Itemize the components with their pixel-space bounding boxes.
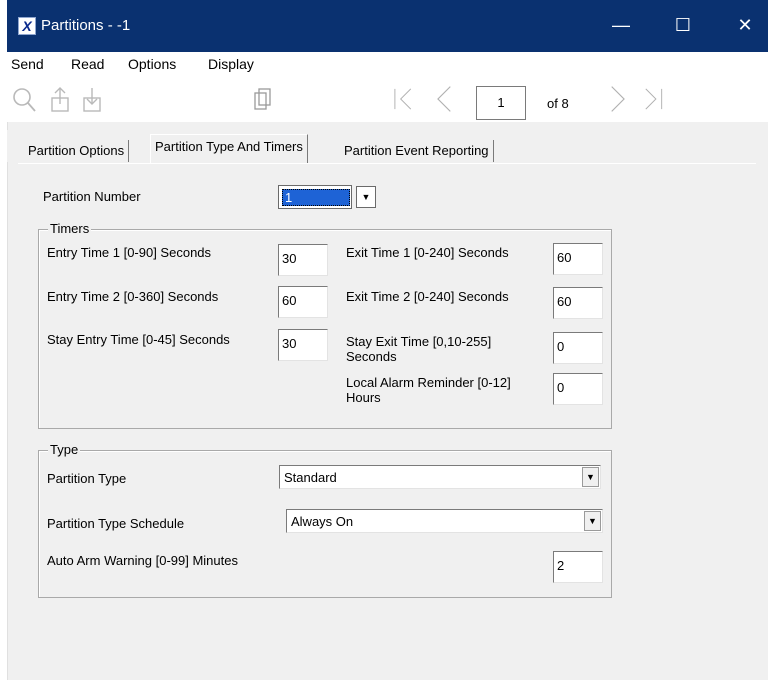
entry-time-1-label: Entry Time 1 [0-90] Seconds: [47, 245, 212, 260]
chevron-down-icon[interactable]: ▼: [356, 186, 376, 208]
stay-entry-time-field[interactable]: 30: [278, 329, 328, 361]
exit-time-2-field[interactable]: 60: [553, 287, 603, 319]
entry-time-1-field[interactable]: 30: [278, 244, 328, 276]
copy-icon[interactable]: [250, 84, 276, 114]
local-alarm-reminder-field[interactable]: 0: [553, 373, 603, 405]
local-alarm-reminder-label: Local Alarm Reminder [0-12] Hours: [346, 375, 511, 405]
partition-type-schedule-select[interactable]: Always On ▼: [286, 509, 603, 533]
title-bar[interactable]: X Partitions - -1 — ☐ ✕: [7, 0, 768, 52]
partition-type-schedule-label: Partition Type Schedule: [47, 516, 185, 531]
first-page-icon[interactable]: [392, 84, 418, 114]
timers-group-title: Timers: [48, 221, 92, 236]
page-count-label: of 8: [547, 96, 569, 111]
tab-partition-type-and-timers[interactable]: Partition Type And Timers: [150, 134, 308, 164]
entry-time-2-field[interactable]: 60: [278, 286, 328, 318]
last-page-icon[interactable]: [640, 84, 666, 114]
type-group-title: Type: [48, 442, 81, 457]
tab-page-border: [18, 163, 756, 164]
tab-partition-options[interactable]: Partition Options: [24, 140, 130, 162]
chevron-down-icon[interactable]: ▼: [582, 467, 599, 487]
app-logo-icon: X: [18, 17, 36, 35]
menu-bar: Send Read Options Display: [7, 52, 768, 76]
next-page-icon[interactable]: [604, 84, 630, 114]
upload-icon[interactable]: [48, 84, 74, 114]
partition-number-label: Partition Number: [43, 189, 141, 204]
page-number-field[interactable]: 1: [476, 86, 526, 120]
menu-send[interactable]: Send: [11, 56, 44, 72]
minimize-button[interactable]: —: [601, 10, 641, 42]
stay-entry-time-label: Stay Entry Time [0-45] Seconds: [47, 332, 230, 347]
download-icon[interactable]: [80, 84, 106, 114]
menu-options[interactable]: Options: [128, 56, 176, 72]
exit-time-1-label: Exit Time 1 [0-240] Seconds: [346, 245, 509, 260]
partition-number-value-box: 1: [278, 185, 352, 209]
search-icon[interactable]: [12, 84, 38, 114]
stay-exit-time-field[interactable]: 0: [553, 332, 603, 364]
previous-page-icon[interactable]: [432, 84, 458, 114]
partition-type-value: Standard: [284, 470, 337, 485]
partition-type-select[interactable]: Standard ▼: [279, 465, 601, 489]
window-title: Partitions - -1: [41, 17, 131, 34]
menu-display[interactable]: Display: [208, 56, 254, 72]
exit-time-1-field[interactable]: 60: [553, 243, 603, 275]
tab-partition-event-reporting[interactable]: Partition Event Reporting: [340, 140, 494, 162]
exit-time-2-label: Exit Time 2 [0-240] Seconds: [346, 289, 509, 304]
partition-number-value: 1: [282, 189, 350, 206]
partition-number-select[interactable]: 1 ▼: [278, 185, 384, 209]
entry-time-2-label: Entry Time 2 [0-360] Seconds: [47, 289, 219, 304]
chevron-down-icon[interactable]: ▼: [584, 511, 601, 531]
partition-type-label: Partition Type: [47, 471, 127, 486]
auto-arm-warning-label: Auto Arm Warning [0-99] Minutes: [47, 553, 238, 568]
stay-exit-time-label: Stay Exit Time [0,10-255] Seconds: [346, 334, 492, 364]
auto-arm-warning-field[interactable]: 2: [553, 551, 603, 583]
maximize-button[interactable]: ☐: [663, 10, 703, 42]
close-button[interactable]: ✕: [725, 10, 765, 42]
menu-read[interactable]: Read: [71, 56, 104, 72]
partition-type-schedule-value: Always On: [291, 514, 354, 529]
